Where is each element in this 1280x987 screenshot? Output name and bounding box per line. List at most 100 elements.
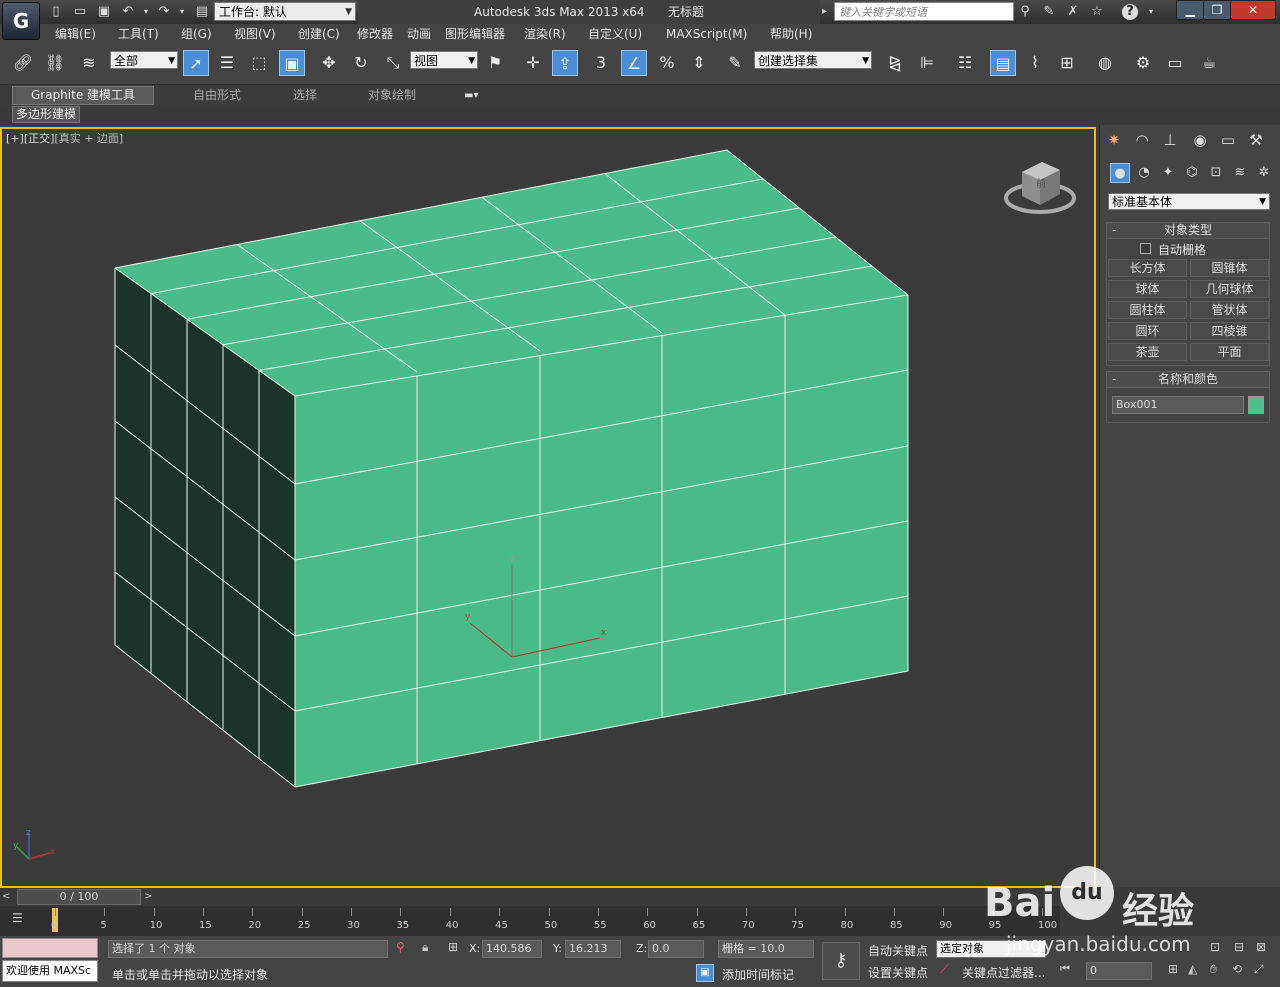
communication-icon[interactable]: ✗	[1064, 3, 1082, 21]
geometry-icon[interactable]: ●	[1110, 163, 1130, 183]
zoom-region-icon[interactable]: ⊠	[1256, 940, 1272, 958]
tab-object-paint[interactable]: 对象绘制	[368, 86, 416, 105]
z-coordinate-field[interactable]: 0.0	[648, 940, 704, 958]
geosphere-button[interactable]: 几何球体	[1190, 280, 1269, 298]
material-editor-icon[interactable]: ◍	[1092, 50, 1118, 76]
polygon-modeling-panel[interactable]: 多边形建模	[12, 106, 80, 123]
zoom-extents-icon[interactable]: ⊟	[1234, 940, 1250, 958]
go-to-start-icon[interactable]: ⏮	[1060, 962, 1080, 980]
app-menu-button[interactable]: G	[2, 2, 40, 40]
selection-lock-icon[interactable]: 🔒︎	[422, 940, 436, 956]
render-production-icon[interactable]: ☕︎	[1196, 50, 1222, 76]
subscription-icon[interactable]: ✎	[1040, 3, 1058, 21]
cone-button[interactable]: 圆锥体	[1190, 259, 1269, 277]
menu-edit[interactable]: 编辑(E)	[55, 24, 96, 44]
pivot-center-icon[interactable]: ⚑	[482, 50, 508, 76]
viewport-label[interactable]: [+][正交][真实 + 边面]	[6, 130, 123, 146]
menu-tools[interactable]: 工具(T)	[118, 24, 159, 44]
create-tab-icon[interactable]: ✷	[1101, 128, 1127, 152]
hierarchy-tab-icon[interactable]: ⊥	[1157, 128, 1183, 152]
maximize-viewport-icon[interactable]: ⤢	[1254, 962, 1270, 980]
keyboard-shortcut-toggle-icon[interactable]: ⇪	[552, 50, 578, 76]
bind-space-warp-icon[interactable]: ≋	[76, 50, 102, 76]
add-time-tag-button[interactable]: 添加时间标记	[722, 966, 794, 983]
set-key-icon[interactable]: ⚷	[822, 942, 860, 980]
current-frame-field[interactable]: 0	[1086, 962, 1152, 980]
mini-curve-editor-icon[interactable]: ☰	[12, 911, 32, 927]
select-and-manipulate-icon[interactable]: ✛	[520, 50, 546, 76]
schematic-view-icon[interactable]: ⊞	[1054, 50, 1080, 76]
redo-icon[interactable]: ↷	[156, 4, 172, 20]
reference-coordinate-dropdown[interactable]: 视图 ▼	[410, 51, 478, 69]
time-tag-icon[interactable]: ▣	[696, 964, 714, 982]
help-icon[interactable]: ?	[1122, 4, 1138, 20]
object-type-rollout-title[interactable]: - 对象类型	[1106, 222, 1270, 239]
object-name-field[interactable]: Box001	[1112, 396, 1244, 414]
save-icon[interactable]: ▣	[96, 4, 112, 20]
sphere-button[interactable]: 球体	[1108, 280, 1187, 298]
absolute-mode-icon[interactable]: ⊞	[448, 940, 462, 956]
spinner-snap-toggle-icon[interactable]: ⇕	[686, 50, 712, 76]
help-dropdown-icon[interactable]: ▾	[1142, 3, 1160, 21]
window-crossing-icon[interactable]: ▣	[279, 50, 305, 76]
name-color-rollout-title[interactable]: - 名称和颜色	[1106, 371, 1270, 388]
menu-graph-editors[interactable]: 图形编辑器	[445, 24, 505, 44]
tab-freeform[interactable]: 自由形式	[193, 86, 241, 105]
object-category-dropdown[interactable]: 标准基本体 ▼	[1108, 193, 1270, 210]
select-and-scale-icon[interactable]: ⤡	[380, 50, 406, 76]
search-expand-icon[interactable]: ▸	[822, 4, 832, 20]
torus-button[interactable]: 圆环	[1108, 322, 1187, 340]
close-button[interactable]: ✕	[1230, 0, 1276, 20]
percent-snap-toggle-icon[interactable]: %	[654, 50, 680, 76]
zoom-extents-all-icon[interactable]: ⊞	[1168, 962, 1184, 980]
minimize-button[interactable]: ▁	[1176, 0, 1204, 20]
welcome-field[interactable]: 欢迎使用 MAXSc	[2, 960, 98, 982]
space-warps-icon[interactable]: ≋	[1230, 163, 1250, 183]
selection-filter-dropdown[interactable]: 全部 ▼	[110, 51, 178, 69]
select-and-rotate-icon[interactable]: ↻	[348, 50, 374, 76]
undo-icon[interactable]: ↶	[120, 4, 136, 20]
menu-animation[interactable]: 动画	[407, 24, 431, 44]
viewport-shading-label[interactable]: [真实 + 边面]	[54, 132, 123, 145]
unlink-selection-icon[interactable]: ⛓︎	[42, 50, 68, 76]
time-slider-next-icon[interactable]: >	[144, 890, 156, 904]
key-mode-dropdown[interactable]: 选定对象	[936, 940, 1046, 958]
render-setup-icon[interactable]: ⚙︎	[1130, 50, 1156, 76]
y-coordinate-field[interactable]: 16.213	[565, 940, 621, 958]
pyramid-button[interactable]: 四棱锥	[1190, 322, 1269, 340]
menu-help[interactable]: 帮助(H)	[770, 24, 812, 44]
time-slider-prev-icon[interactable]: <	[2, 890, 14, 904]
select-and-move-icon[interactable]: ✥	[316, 50, 342, 76]
zoom-all-icon[interactable]: ⊡	[1210, 940, 1226, 958]
tab-graphite-modeling[interactable]: Graphite 建模工具	[12, 86, 154, 105]
box-button[interactable]: 长方体	[1108, 259, 1187, 277]
shapes-icon[interactable]: ◔	[1134, 163, 1154, 183]
auto-grid-checkbox[interactable]	[1140, 243, 1151, 254]
rendered-frame-window-icon[interactable]: ▭	[1162, 50, 1188, 76]
rectangular-selection-icon[interactable]: ⬚	[246, 50, 272, 76]
motion-tab-icon[interactable]: ◉	[1187, 128, 1213, 152]
maxscript-listener-mini[interactable]	[2, 938, 98, 958]
project-folder-icon[interactable]: ▤	[194, 4, 210, 20]
object-color-swatch[interactable]	[1248, 396, 1264, 414]
menu-views[interactable]: 视图(V)	[234, 24, 276, 44]
systems-icon[interactable]: ✲	[1254, 163, 1274, 183]
auto-key-button[interactable]: 自动关键点	[868, 942, 928, 959]
utilities-tab-icon[interactable]: ⚒	[1243, 128, 1269, 152]
cameras-icon[interactable]: ⌬	[1182, 163, 1202, 183]
viewport-point-of-view-label[interactable]: [正交]	[24, 132, 55, 145]
edit-named-selection-icon[interactable]: ✎	[722, 50, 748, 76]
menu-maxscript[interactable]: MAXScript(M)	[666, 24, 747, 44]
favorites-star-icon[interactable]: ☆	[1088, 3, 1106, 21]
plane-button[interactable]: 平面	[1190, 343, 1269, 361]
ribbon-options-icon[interactable]: ▬▾	[464, 86, 478, 105]
select-and-link-icon[interactable]: 🔗︎	[10, 50, 36, 76]
infocenter-binoculars-icon[interactable]: ⚲	[1016, 3, 1034, 21]
search-input[interactable]: 键入关键字或短语	[834, 2, 1014, 21]
cylinder-button[interactable]: 圆柱体	[1108, 301, 1187, 319]
lights-icon[interactable]: ✦	[1158, 163, 1178, 183]
curve-editor-icon[interactable]: ⌇	[1022, 50, 1048, 76]
menu-create[interactable]: 创建(C)	[298, 24, 340, 44]
pan-view-icon[interactable]: ✋︎	[1210, 962, 1226, 980]
align-icon[interactable]: ⊫	[914, 50, 940, 76]
